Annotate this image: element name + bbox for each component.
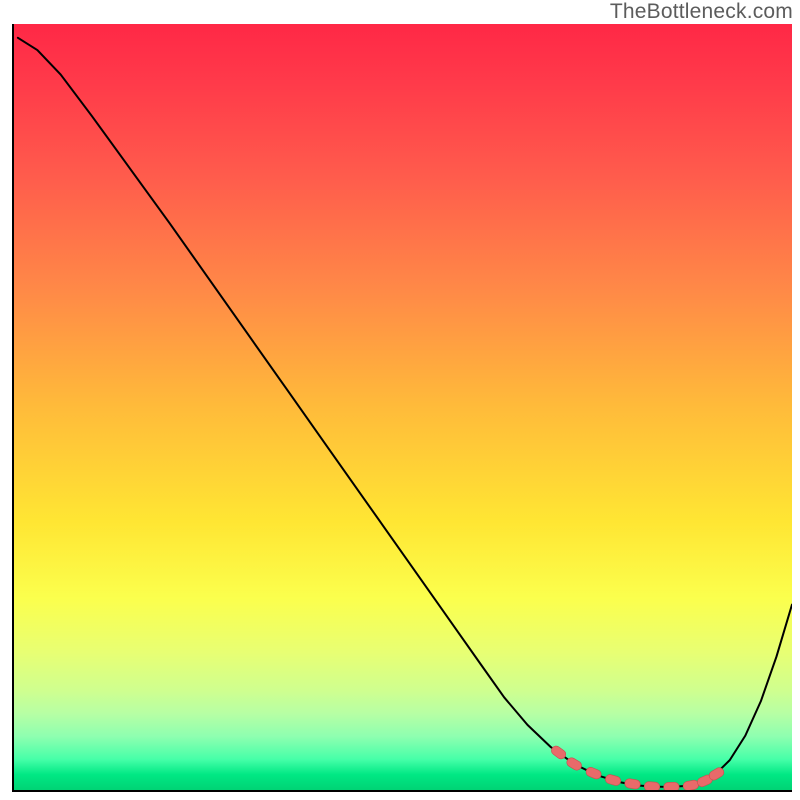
- sweet-spot-marker: [663, 782, 679, 790]
- sweet-spot-marker: [604, 774, 622, 787]
- bottleneck-chart-image: TheBottleneck.com: [0, 0, 800, 800]
- sweet-spot-marker: [644, 781, 660, 790]
- bottleneck-curve: [18, 38, 792, 787]
- watermark-source: TheBottleneck.com: [610, 0, 793, 24]
- sweet-spot-marker: [682, 779, 699, 790]
- plot-area: [12, 24, 792, 792]
- sweet-spot-marker: [624, 778, 641, 790]
- bottleneck-curve-svg: [14, 24, 792, 790]
- sweet-spot-marker: [585, 766, 603, 780]
